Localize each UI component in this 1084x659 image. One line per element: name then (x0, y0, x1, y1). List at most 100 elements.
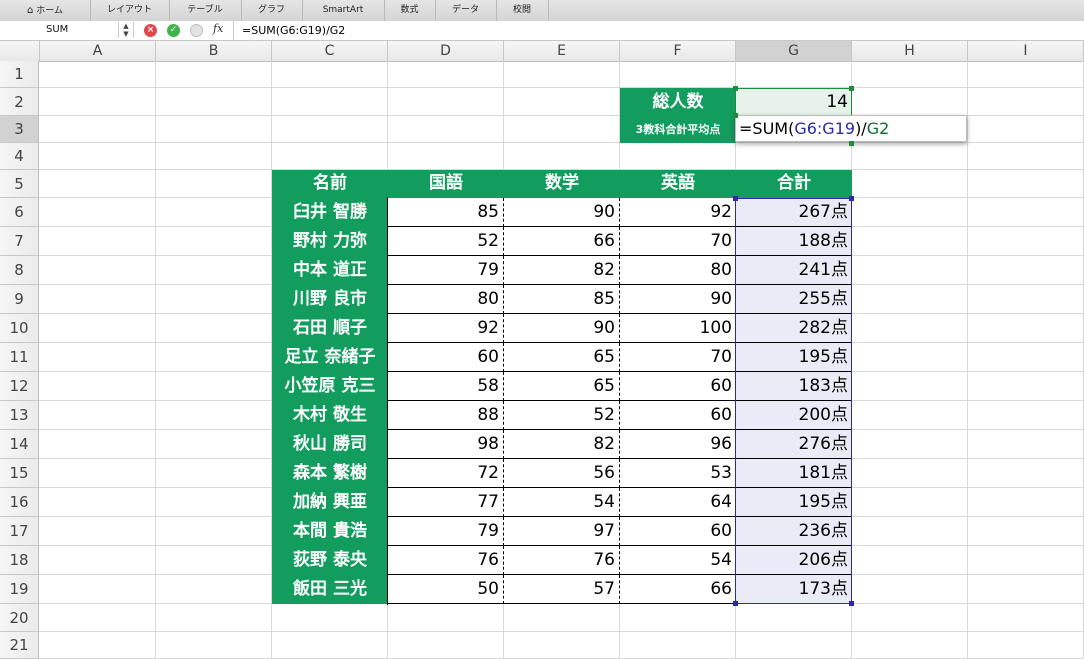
score-cell-math[interactable]: 90 (504, 198, 620, 227)
table-header-cell[interactable]: 合計 (736, 170, 852, 198)
total-score-cell[interactable]: 195点 (736, 343, 852, 372)
total-score-cell[interactable]: 181点 (736, 459, 852, 488)
average-label[interactable]: 3教科合計平均点 (620, 116, 736, 143)
row-header-2[interactable]: 2 (0, 88, 39, 116)
row-header-15[interactable]: 15 (0, 459, 39, 488)
score-cell-jp[interactable]: 72 (388, 459, 504, 488)
score-cell-jp[interactable]: 88 (388, 401, 504, 430)
row-header-16[interactable]: 16 (0, 488, 39, 517)
column-header-e[interactable]: E (504, 41, 620, 61)
score-cell-en[interactable]: 60 (620, 372, 736, 401)
student-name-cell[interactable]: 臼井 智勝 (272, 198, 388, 227)
score-cell-jp[interactable]: 98 (388, 430, 504, 459)
score-cell-math[interactable]: 52 (504, 401, 620, 430)
table-header-cell[interactable]: 数学 (504, 170, 620, 198)
total-score-cell[interactable]: 195点 (736, 488, 852, 517)
row-header-17[interactable]: 17 (0, 517, 39, 546)
table-header-cell[interactable]: 国語 (388, 170, 504, 198)
total-count-value[interactable]: 14 (736, 88, 852, 116)
ribbon-tab-layout[interactable]: レイアウト (90, 0, 170, 21)
ribbon-tab-table[interactable]: テーブル (169, 0, 242, 21)
ribbon-tab-review[interactable]: 校閲 (496, 0, 549, 21)
column-header-g[interactable]: G (736, 41, 852, 61)
student-name-cell[interactable]: 石田 順子 (272, 314, 388, 343)
score-cell-math[interactable]: 54 (504, 488, 620, 517)
score-cell-math[interactable]: 65 (504, 372, 620, 401)
name-box-stepper-icon[interactable]: ▲ ▼ (118, 22, 134, 38)
score-cell-jp[interactable]: 80 (388, 285, 504, 314)
row-header-13[interactable]: 13 (0, 401, 39, 430)
row-header-21[interactable]: 21 (0, 632, 39, 659)
fx-icon[interactable]: fx (213, 22, 223, 35)
formula-input[interactable]: =SUM(G6:G19)/G2 (233, 21, 345, 40)
student-name-cell[interactable]: 秋山 勝司 (272, 430, 388, 459)
score-cell-en[interactable]: 53 (620, 459, 736, 488)
row-header-3[interactable]: 3 (0, 116, 39, 143)
score-cell-math[interactable]: 97 (504, 517, 620, 546)
total-score-cell[interactable]: 206点 (736, 546, 852, 575)
student-name-cell[interactable]: 森本 繁樹 (272, 459, 388, 488)
function-wizard-icon[interactable] (190, 24, 203, 37)
select-all-corner[interactable] (0, 41, 40, 61)
score-cell-math[interactable]: 90 (504, 314, 620, 343)
score-cell-en[interactable]: 54 (620, 546, 736, 575)
score-cell-en[interactable]: 66 (620, 575, 736, 604)
ref-handle[interactable] (733, 601, 738, 606)
cell-edit-input[interactable]: =SUM(G6:G19)/G2 (735, 115, 967, 142)
ref-handle[interactable] (733, 86, 738, 91)
score-cell-en[interactable]: 64 (620, 488, 736, 517)
student-name-cell[interactable]: 荻野 泰央 (272, 546, 388, 575)
score-cell-math[interactable]: 66 (504, 227, 620, 256)
score-cell-en[interactable]: 60 (620, 401, 736, 430)
ref-handle[interactable] (849, 196, 854, 201)
student-name-cell[interactable]: 野村 力弥 (272, 227, 388, 256)
score-cell-en[interactable]: 92 (620, 198, 736, 227)
row-header-14[interactable]: 14 (0, 430, 39, 459)
row-header-8[interactable]: 8 (0, 256, 39, 285)
ribbon-tab-data[interactable]: データ (435, 0, 497, 21)
student-name-cell[interactable]: 足立 奈緒子 (272, 343, 388, 372)
ribbon-tab-home[interactable]: ⌂ ホーム (0, 0, 91, 21)
score-cell-en[interactable]: 100 (620, 314, 736, 343)
row-header-4[interactable]: 4 (0, 143, 39, 170)
score-cell-math[interactable]: 82 (504, 256, 620, 285)
row-header-11[interactable]: 11 (0, 343, 39, 372)
total-count-label[interactable]: 総人数 (620, 88, 736, 116)
row-header-10[interactable]: 10 (0, 314, 39, 343)
total-score-cell[interactable]: 282点 (736, 314, 852, 343)
column-header-d[interactable]: D (388, 41, 504, 61)
ref-handle[interactable] (849, 601, 854, 606)
name-box[interactable]: SUM (0, 22, 118, 38)
row-header-20[interactable]: 20 (0, 604, 39, 632)
student-name-cell[interactable]: 本間 貴浩 (272, 517, 388, 546)
score-cell-jp[interactable]: 92 (388, 314, 504, 343)
score-cell-jp[interactable]: 77 (388, 488, 504, 517)
table-header-cell[interactable]: 英語 (620, 170, 736, 198)
score-cell-jp[interactable]: 50 (388, 575, 504, 604)
ref-handle[interactable] (849, 86, 854, 91)
total-score-cell[interactable]: 255点 (736, 285, 852, 314)
enter-icon[interactable]: ✓ (167, 24, 180, 37)
score-cell-en[interactable]: 96 (620, 430, 736, 459)
score-cell-math[interactable]: 85 (504, 285, 620, 314)
total-score-cell[interactable]: 241点 (736, 256, 852, 285)
ref-handle[interactable] (733, 196, 738, 201)
ribbon-tab-formulas[interactable]: 数式 (384, 0, 436, 21)
row-header-6[interactable]: 6 (0, 198, 39, 227)
total-score-cell[interactable]: 183点 (736, 372, 852, 401)
score-cell-math[interactable]: 76 (504, 546, 620, 575)
score-cell-math[interactable]: 56 (504, 459, 620, 488)
cancel-icon[interactable]: × (144, 24, 157, 37)
ribbon-tab-smartart[interactable]: SmartArt (302, 0, 385, 21)
row-header-5[interactable]: 5 (0, 170, 39, 198)
column-header-a[interactable]: A (40, 41, 156, 61)
score-cell-jp[interactable]: 76 (388, 546, 504, 575)
score-cell-en[interactable]: 70 (620, 227, 736, 256)
score-cell-math[interactable]: 82 (504, 430, 620, 459)
student-name-cell[interactable]: 小笠原 克三 (272, 372, 388, 401)
score-cell-jp[interactable]: 58 (388, 372, 504, 401)
score-cell-jp[interactable]: 60 (388, 343, 504, 372)
score-cell-jp[interactable]: 52 (388, 227, 504, 256)
total-score-cell[interactable]: 236点 (736, 517, 852, 546)
total-score-cell[interactable]: 173点 (736, 575, 852, 604)
